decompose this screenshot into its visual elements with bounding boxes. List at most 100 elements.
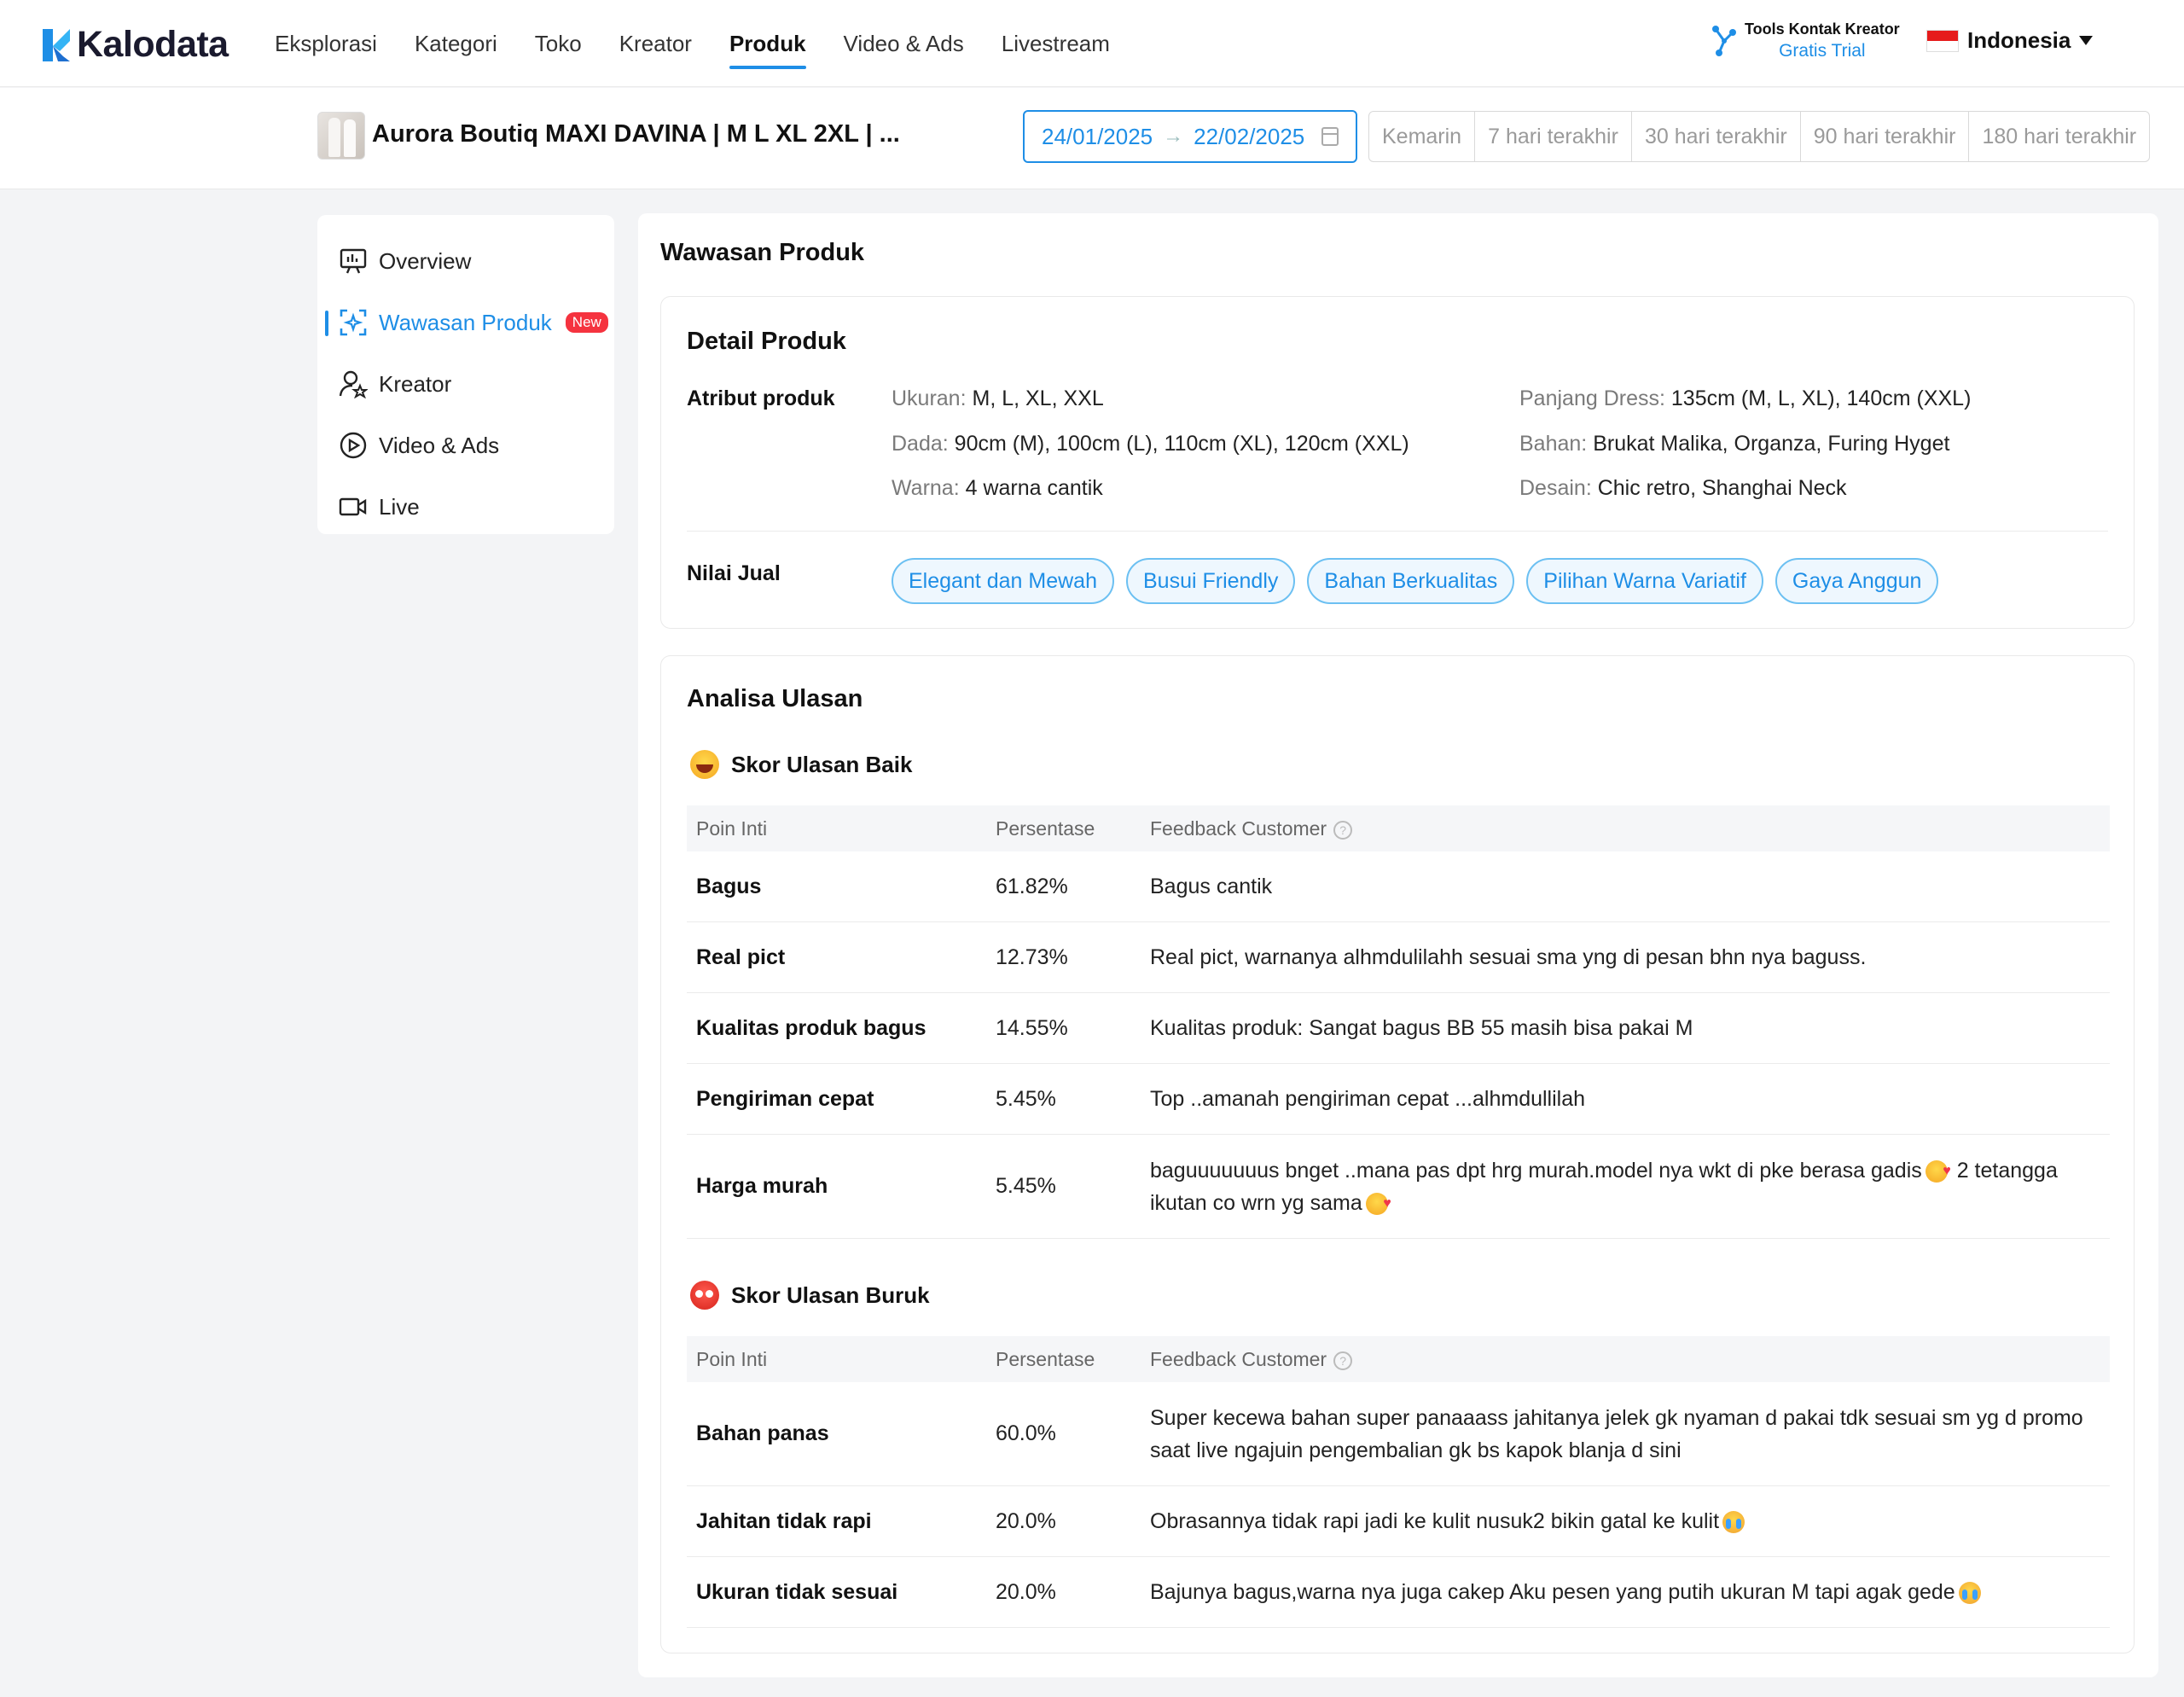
col-feedback: Feedback Customer?	[1150, 812, 2110, 845]
table-row: Pengiriman cepat 5.45% Top ..amanah peng…	[687, 1064, 2110, 1135]
nav-livestream[interactable]: Livestream	[1002, 0, 1110, 87]
help-icon[interactable]: ?	[1333, 1351, 1353, 1370]
nav-eksplorasi[interactable]: Eksplorasi	[275, 0, 377, 87]
table-row: Ukuran tidak sesuai 20.0% Bajunya bagus,…	[687, 1557, 2110, 1628]
analisa-ulasan-card: Analisa Ulasan Skor Ulasan Baik Poin Int…	[660, 655, 2135, 1653]
attr-panjang-dress: Panjang Dress: 135cm (M, L, XL), 140cm (…	[1519, 386, 1972, 410]
smile-emoji-icon	[690, 750, 719, 779]
presentation-chart-icon	[338, 246, 369, 276]
video-camera-icon	[338, 491, 369, 522]
quick-90-hari[interactable]: 90 hari terakhir	[1799, 112, 1969, 161]
tag-elegant-dan-mewah[interactable]: Elegant dan Mewah	[892, 558, 1114, 604]
sidebar-item-overview[interactable]: Overview	[317, 230, 614, 292]
atribut-produk-label: Atribut produk	[687, 386, 835, 410]
tag-pilihan-warna-variatif[interactable]: Pilihan Warna Variatif	[1526, 558, 1763, 604]
main-panel: Wawasan Produk Detail Produk Atribut pro…	[638, 213, 2158, 1677]
divider	[687, 531, 2108, 532]
user-star-icon	[338, 369, 369, 399]
quick-180-hari[interactable]: 180 hari terakhir	[1968, 112, 2149, 161]
gratis-trial-link[interactable]: Gratis Trial	[1779, 41, 1866, 61]
sidebar-item-kreator[interactable]: Kreator	[317, 353, 614, 415]
sidebar-item-live[interactable]: Live	[317, 476, 614, 538]
caret-down-icon	[2079, 36, 2094, 45]
col-poin-inti: Poin Inti	[696, 817, 768, 840]
sidebar: Overview Wawasan Produk New Kreator Vide…	[317, 215, 614, 534]
table-row: Real pict 12.73% Real pict, warnanya alh…	[687, 922, 2110, 993]
attr-warna: Warna: 4 warna cantik	[892, 476, 1103, 500]
skor-ulasan-buruk-header: Skor Ulasan Buruk	[690, 1281, 930, 1310]
detail-produk-card: Detail Produk Atribut produk Ukuran: M, …	[660, 296, 2135, 629]
nilai-jual-label: Nilai Jual	[687, 561, 781, 585]
col-persentase: Persentase	[996, 817, 1095, 840]
page-title: Wawasan Produk	[660, 239, 865, 266]
nav-toko[interactable]: Toko	[535, 0, 582, 87]
date-end: 22/02/2025	[1194, 123, 1305, 149]
tools-kontak-kreator[interactable]: Tools Kontak Kreator Gratis Trial	[1711, 20, 1900, 61]
network-icon	[1712, 26, 1736, 56]
kalodata-logo[interactable]: Kalodata	[41, 24, 229, 66]
tag-gaya-anggun[interactable]: Gaya Anggun	[1774, 558, 1939, 604]
table-row: Kualitas produk bagus 14.55% Kualitas pr…	[687, 993, 2110, 1064]
table-row: Harga murah 5.45% baguuuuuuus bnget ..ma…	[687, 1135, 2110, 1239]
sidebar-item-label: Wawasan Produk	[379, 309, 552, 335]
logo-text: Kalodata	[77, 24, 229, 65]
attr-desain: Desain: Chic retro, Shanghai Neck	[1519, 476, 1847, 500]
quick-7-hari[interactable]: 7 hari terakhir	[1474, 112, 1631, 161]
language-label: Indonesia	[1967, 27, 2071, 53]
new-badge: New	[565, 312, 608, 333]
quick-30-hari[interactable]: 30 hari terakhir	[1630, 112, 1800, 161]
top-navbar: Kalodata Eksplorasi Kategori Toko Kreato…	[0, 0, 2184, 87]
ai-scan-icon	[338, 307, 369, 338]
nav-produk[interactable]: Produk	[729, 0, 806, 87]
heart-face-emoji-icon	[1925, 1155, 1951, 1188]
skor-ulasan-baik-title: Skor Ulasan Baik	[731, 751, 913, 777]
help-icon[interactable]: ?	[1333, 820, 1353, 840]
calendar-icon	[1321, 127, 1339, 146]
nilai-jual-tags: Elegant dan Mewah Busui Friendly Bahan B…	[892, 558, 1939, 604]
attr-ukuran: Ukuran: M, L, XL, XXL	[892, 386, 1104, 410]
date-range-picker[interactable]: 24/01/2025 → 22/02/2025	[1023, 110, 1357, 163]
bad-review-table: Poin Inti Persentase Feedback Customer? …	[687, 1336, 2110, 1628]
table-row: Bahan panas 60.0% Super kecewa bahan sup…	[687, 1382, 2110, 1486]
tag-busui-friendly[interactable]: Busui Friendly	[1125, 558, 1296, 604]
nav-kategori[interactable]: Kategori	[415, 0, 497, 87]
crying-emoji-icon	[1722, 1511, 1745, 1534]
kalodata-logo-icon	[43, 28, 70, 61]
angry-emoji-icon	[690, 1281, 719, 1310]
product-header: Aurora Boutiq MAXI DAVINA | M L XL 2XL |…	[0, 88, 2184, 189]
language-selector[interactable]: Indonesia	[1926, 27, 2094, 54]
crying-emoji-icon	[1958, 1582, 1981, 1605]
table-header: Poin Inti Persentase Feedback Customer?	[687, 805, 2110, 851]
sidebar-item-wawasan-produk[interactable]: Wawasan Produk New	[317, 292, 614, 353]
analisa-ulasan-title: Analisa Ulasan	[687, 685, 863, 712]
skor-ulasan-buruk-title: Skor Ulasan Buruk	[731, 1281, 930, 1308]
date-start: 24/01/2025	[1042, 123, 1153, 149]
sidebar-item-label: Overview	[379, 247, 472, 274]
table-row: Bagus 61.82% Bagus cantik	[687, 851, 2110, 922]
sidebar-item-label: Kreator	[379, 370, 452, 397]
sidebar-item-video-ads[interactable]: Video & Ads	[317, 415, 614, 476]
attr-bahan: Bahan: Brukat Malika, Organza, Furing Hy…	[1519, 432, 1950, 456]
main-nav: Eksplorasi Kategori Toko Kreator Produk …	[275, 0, 1110, 87]
arrow-right-icon: →	[1163, 125, 1184, 148]
play-circle-icon	[338, 430, 369, 461]
tag-bahan-berkualitas[interactable]: Bahan Berkualitas	[1307, 558, 1515, 604]
detail-produk-title: Detail Produk	[687, 328, 846, 355]
table-row: Jahitan tidak rapi 20.0% Obrasannya tida…	[687, 1486, 2110, 1557]
nav-video-ads[interactable]: Video & Ads	[844, 0, 964, 87]
tools-title: Tools Kontak Kreator	[1745, 20, 1900, 38]
attr-dada: Dada: 90cm (M), 100cm (L), 110cm (XL), 1…	[892, 432, 1409, 456]
good-review-table: Poin Inti Persentase Feedback Customer? …	[687, 805, 2110, 1239]
nav-kreator[interactable]: Kreator	[619, 0, 692, 87]
love-face-emoji-icon	[1365, 1188, 1391, 1220]
col-poin-inti: Poin Inti	[696, 1347, 768, 1370]
quick-kemarin[interactable]: Kemarin	[1369, 112, 1474, 161]
product-thumbnail	[317, 112, 365, 160]
indonesia-flag-icon	[1926, 29, 1959, 52]
table-header: Poin Inti Persentase Feedback Customer?	[687, 1336, 2110, 1382]
quick-date-group: Kemarin 7 hari terakhir 30 hari terakhir…	[1368, 111, 2151, 162]
sidebar-item-label: Live	[379, 493, 420, 520]
col-feedback: Feedback Customer?	[1150, 1343, 2110, 1375]
sidebar-item-label: Video & Ads	[379, 432, 500, 458]
col-persentase: Persentase	[996, 1347, 1095, 1370]
